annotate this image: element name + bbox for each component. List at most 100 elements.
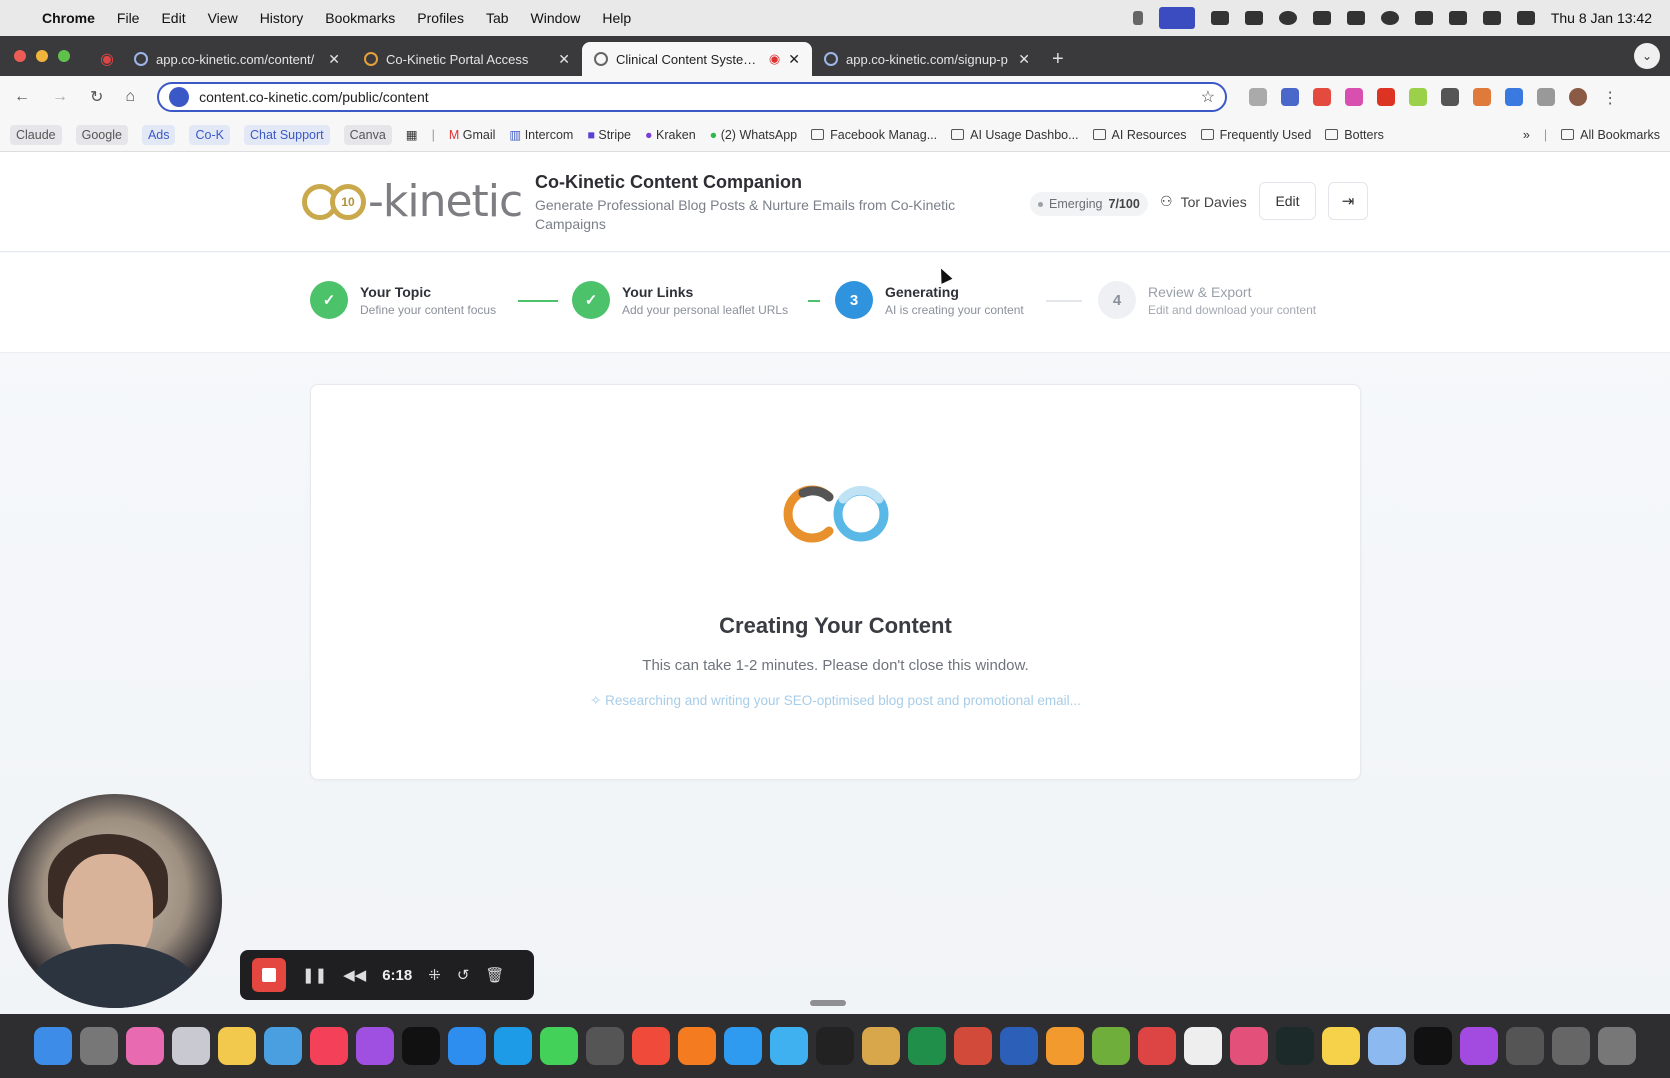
settings-icon[interactable] xyxy=(80,1027,118,1065)
powerpoint-icon[interactable] xyxy=(954,1027,992,1065)
slack-icon[interactable] xyxy=(1230,1027,1268,1065)
photos-icon[interactable] xyxy=(218,1027,256,1065)
bookmark-star-icon[interactable]: ☆ xyxy=(1201,87,1215,107)
menu-history[interactable]: History xyxy=(260,10,304,26)
dropbox-icon[interactable] xyxy=(1210,11,1229,25)
trash-icon[interactable] xyxy=(1598,1027,1636,1065)
claude-app-icon[interactable] xyxy=(1460,1027,1498,1065)
tv-icon[interactable] xyxy=(402,1027,440,1065)
finder-icon[interactable] xyxy=(34,1027,72,1065)
menu-window[interactable]: Window xyxy=(531,10,581,26)
bookmark-whatsapp[interactable]: ● (2) WhatsApp xyxy=(710,128,797,142)
safari-icon[interactable] xyxy=(724,1027,762,1065)
chatgpt-icon[interactable] xyxy=(1184,1027,1222,1065)
menu-app[interactable]: Chrome xyxy=(42,10,95,26)
tab-clinical-content[interactable]: Clinical Content System | ◉ ✕ xyxy=(582,42,812,76)
menu-profiles[interactable]: Profiles xyxy=(417,10,464,26)
extension-icon[interactable] xyxy=(1409,88,1428,106)
bookmark-folder-ai-resources[interactable]: AI Resources xyxy=(1092,128,1187,142)
extension-tray-icon[interactable] xyxy=(1244,11,1263,25)
app-icon[interactable] xyxy=(1046,1027,1084,1065)
bookmark-folder-frequently-used[interactable]: Frequently Used xyxy=(1200,128,1311,142)
drag-handle[interactable] xyxy=(810,1000,846,1006)
wifi-icon[interactable] xyxy=(1448,11,1467,25)
close-tab-icon[interactable]: ✕ xyxy=(788,51,800,68)
home-icon[interactable]: ⌂ xyxy=(125,88,135,106)
tab-portal-access[interactable]: Co-Kinetic Portal Access ✕ xyxy=(352,42,582,76)
tray-app-icon[interactable] xyxy=(1346,11,1365,25)
extension-icon[interactable] xyxy=(1281,88,1300,106)
bookmark-google[interactable]: Google xyxy=(75,124,128,145)
app-icon[interactable] xyxy=(770,1027,808,1065)
logout-icon[interactable]: ⇥ xyxy=(1328,182,1368,220)
tab-search-chevron-icon[interactable]: ⌄ xyxy=(1634,43,1660,69)
webcam-bubble[interactable] xyxy=(8,794,222,1008)
address-url[interactable]: content.co-kinetic.com/public/content xyxy=(199,89,429,105)
firefox-icon[interactable] xyxy=(678,1027,716,1065)
new-tab-button[interactable]: + xyxy=(1052,42,1064,76)
more-bookmarks-icon[interactable]: » xyxy=(1523,128,1530,142)
app-icon[interactable] xyxy=(1138,1027,1176,1065)
music-icon[interactable] xyxy=(310,1027,348,1065)
downloads-icon[interactable] xyxy=(1552,1027,1590,1065)
stop-recording-button[interactable] xyxy=(252,958,286,992)
extension-icon[interactable] xyxy=(1441,88,1460,106)
back-icon[interactable]: ← xyxy=(14,88,30,106)
puzzle-icon[interactable] xyxy=(1537,88,1556,106)
drawing-tool-icon[interactable]: ⁜ xyxy=(428,966,441,984)
chatgpt-tray-icon[interactable] xyxy=(1380,11,1399,25)
bookmark-canva[interactable]: Canva xyxy=(343,124,392,145)
profile-avatar[interactable] xyxy=(1569,88,1588,106)
bookmark-claude[interactable]: Claude xyxy=(10,124,62,145)
claude-extension-icon[interactable] xyxy=(1473,88,1492,106)
address-bar[interactable]: content.co-kinetic.com/public/content ☆ xyxy=(157,82,1228,112)
record-tray-icon[interactable] xyxy=(1278,11,1297,25)
tab-signup[interactable]: app.co-kinetic.com/signup-p ✕ xyxy=(812,42,1042,76)
screen-share-icon[interactable] xyxy=(1158,7,1195,29)
site-info-icon[interactable] xyxy=(169,87,190,107)
extension-icon[interactable] xyxy=(1313,88,1332,106)
calculator-icon[interactable] xyxy=(586,1027,624,1065)
menu-tab[interactable]: Tab xyxy=(486,10,509,26)
sonos-icon[interactable] xyxy=(816,1027,854,1065)
recording-tab-icon[interactable]: ◉ xyxy=(100,42,122,76)
trash-icon[interactable]: 🗑 xyxy=(485,966,504,984)
stats-app-icon[interactable] xyxy=(1414,1027,1452,1065)
bookmark-folder-botters[interactable]: Botters xyxy=(1325,128,1384,142)
launchpad-icon[interactable] xyxy=(172,1027,210,1065)
restart-icon[interactable]: ↺ xyxy=(457,966,470,984)
app-icon[interactable] xyxy=(1092,1027,1130,1065)
menu-view[interactable]: View xyxy=(208,10,238,26)
app-icon[interactable] xyxy=(264,1027,302,1065)
chrome-icon[interactable] xyxy=(632,1027,670,1065)
podcasts-icon[interactable] xyxy=(356,1027,394,1065)
menu-bookmarks[interactable]: Bookmarks xyxy=(325,10,395,26)
forward-icon[interactable]: → xyxy=(52,88,68,106)
menu-edit[interactable]: Edit xyxy=(161,10,185,26)
search-icon[interactable] xyxy=(1482,11,1501,25)
camera-extension-icon[interactable] xyxy=(1249,88,1268,106)
minimize-window-button[interactable] xyxy=(36,50,48,62)
sonos-icon[interactable] xyxy=(862,1027,900,1065)
bookmark-ads[interactable]: Ads xyxy=(141,124,176,145)
co-kinetic-logo[interactable]: 10 -kinetic xyxy=(302,176,523,227)
close-tab-icon[interactable]: ✕ xyxy=(328,51,340,68)
app-icon[interactable] xyxy=(1368,1027,1406,1065)
close-tab-icon[interactable]: ✕ xyxy=(558,51,570,68)
terminal-icon[interactable] xyxy=(1276,1027,1314,1065)
maximize-window-button[interactable] xyxy=(58,50,70,62)
close-tab-icon[interactable]: ✕ xyxy=(1018,51,1030,68)
bookmark-intercom[interactable]: ▥ Intercom xyxy=(509,127,573,142)
app-icon[interactable] xyxy=(1506,1027,1544,1065)
battery-icon[interactable] xyxy=(1414,11,1433,25)
app-icon[interactable] xyxy=(126,1027,164,1065)
extension-icon[interactable] xyxy=(1377,88,1396,106)
apps-grid-icon[interactable]: ▦ xyxy=(406,127,418,142)
bookmark-folder-ai-usage[interactable]: AI Usage Dashbo... xyxy=(951,128,1079,142)
reload-icon[interactable]: ↻ xyxy=(90,87,103,107)
all-bookmarks-folder[interactable]: All Bookmarks xyxy=(1561,128,1660,142)
rewind-icon[interactable]: ◀◀ xyxy=(343,966,366,984)
word-icon[interactable] xyxy=(1000,1027,1038,1065)
control-center-icon[interactable] xyxy=(1516,11,1535,25)
menubar-clock[interactable]: Thu 8 Jan 13:42 xyxy=(1551,10,1652,26)
